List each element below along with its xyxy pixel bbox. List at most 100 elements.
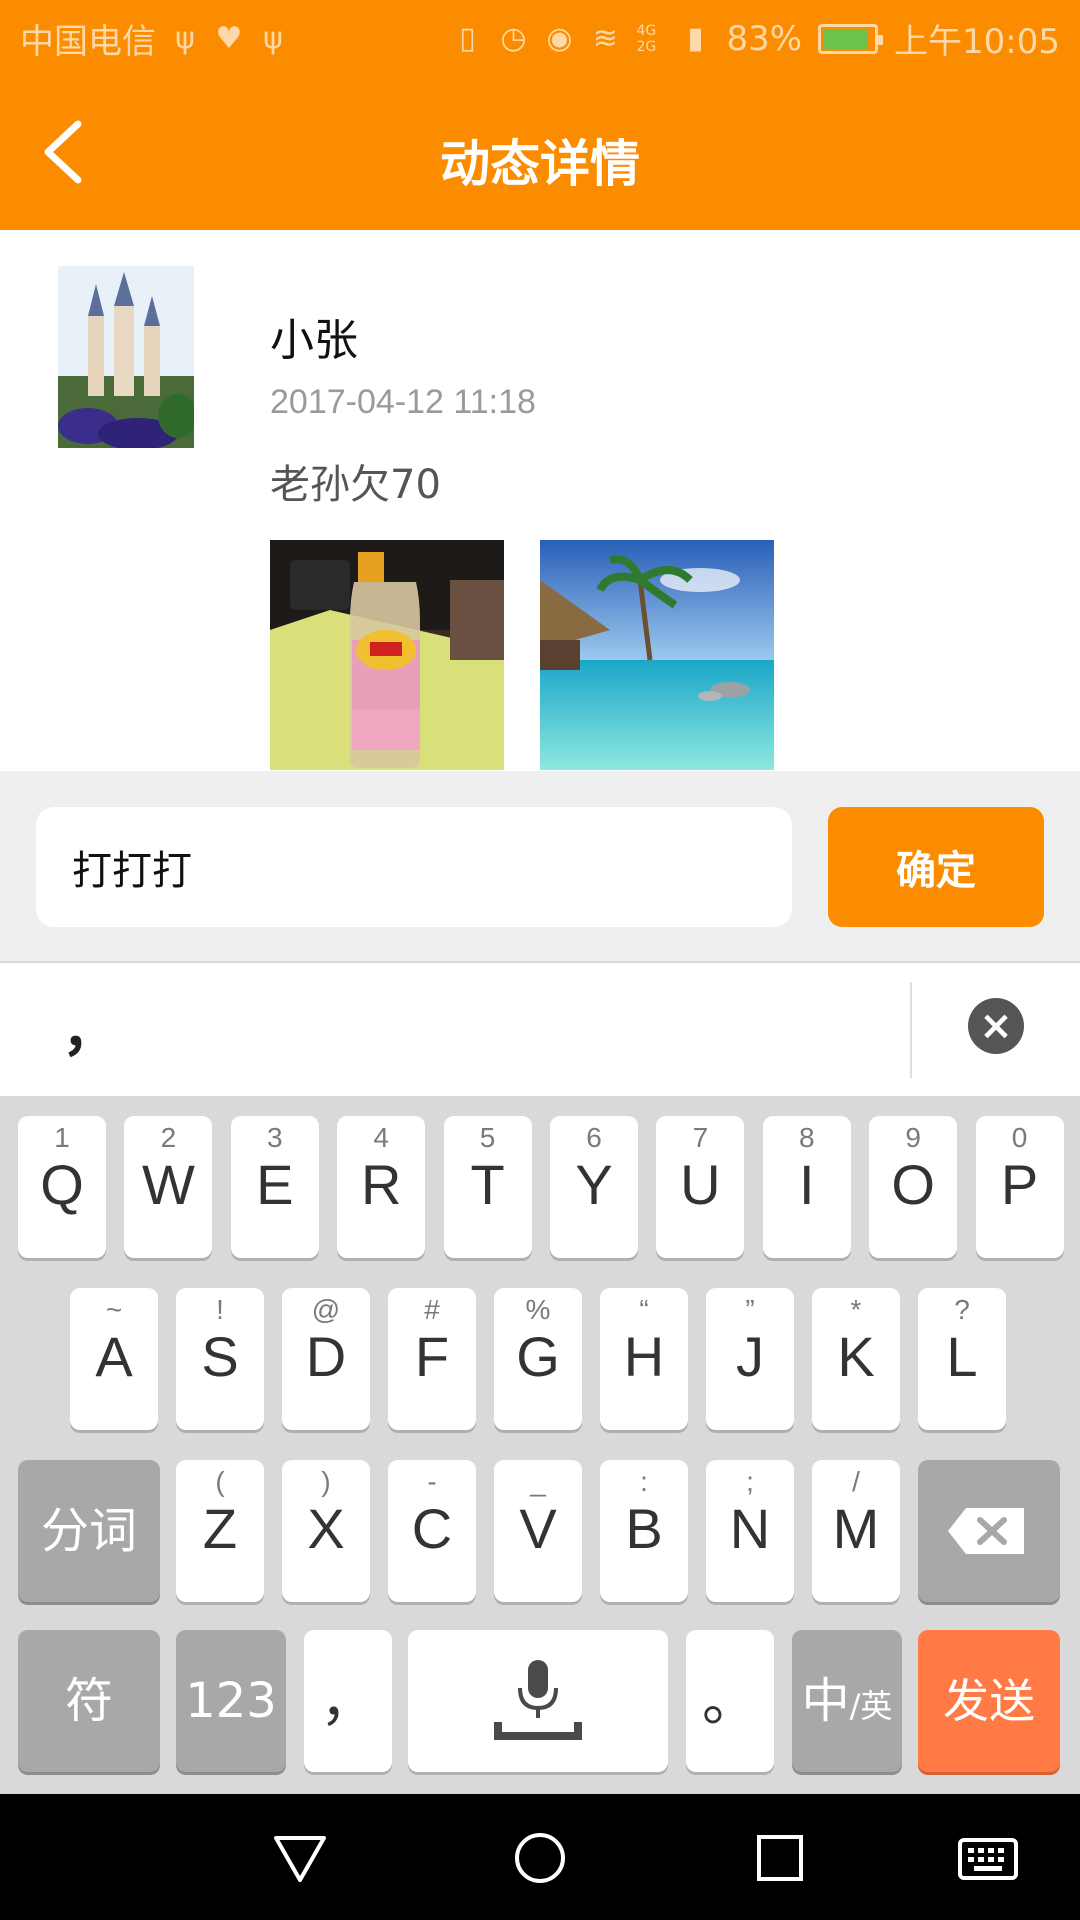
segment-key[interactable]: 分词: [18, 1460, 160, 1602]
close-circle-icon[interactable]: ×: [968, 998, 1024, 1054]
key-label: K: [837, 1325, 875, 1388]
alarm-icon: ◷: [500, 20, 527, 56]
status-bar: 中国电信 ψ ♥ ψ ▯ ◷ ◉ ≋ 4G 2G ▮ 83% 上午10:05: [0, 0, 1080, 72]
confirm-button[interactable]: 确定: [828, 807, 1044, 927]
clock: 上午10:05: [894, 22, 1060, 62]
soft-keyboard: 符 123 ， 。 中/英 发送 分词 1Q2W3E4R5T6Y7U8I9O0P…: [0, 1096, 1080, 1794]
key-label: E: [256, 1153, 294, 1216]
key-hint: 1: [54, 1122, 70, 1153]
key-hint: %: [525, 1294, 551, 1325]
vibrate-icon: ▯: [459, 20, 476, 56]
key-hint: _: [530, 1466, 546, 1497]
key-w[interactable]: 2W: [124, 1116, 213, 1258]
key-a[interactable]: ~ A: [70, 1288, 158, 1430]
key-hint: ~: [105, 1294, 123, 1325]
post-photo-2[interactable]: [540, 540, 774, 770]
segment-key-label: 分词: [40, 1503, 137, 1559]
key-hint: @: [311, 1294, 341, 1325]
status-left: 中国电信 ψ ♥ ψ: [20, 14, 288, 63]
key-label: G: [516, 1325, 560, 1388]
key-r[interactable]: 4R: [337, 1116, 426, 1258]
key-d[interactable]: @ D: [282, 1288, 370, 1430]
key-s[interactable]: ! S: [176, 1288, 264, 1430]
key-o[interactable]: 9O: [869, 1116, 958, 1258]
period-key[interactable]: 。: [686, 1630, 774, 1772]
language-key[interactable]: 中/英: [792, 1630, 902, 1772]
nav-back-button[interactable]: [270, 1828, 330, 1888]
key-hint: 6: [586, 1122, 602, 1153]
send-key-label: 发送: [943, 1674, 1035, 1728]
page-title: 动态详情: [440, 135, 640, 193]
key-label: I: [799, 1153, 815, 1216]
username[interactable]: 小张: [270, 304, 358, 368]
symbol-key[interactable]: 符: [18, 1630, 160, 1772]
key-m[interactable]: / M: [812, 1460, 900, 1602]
triangle-back-icon: [274, 1836, 326, 1882]
key-label: P: [1000, 1153, 1039, 1216]
key-hint: #: [424, 1294, 440, 1325]
key-hint: !: [216, 1294, 224, 1325]
key-z[interactable]: (Z: [176, 1460, 264, 1602]
avatar[interactable]: [58, 266, 194, 448]
key-i[interactable]: 8I: [762, 1116, 851, 1258]
language-key-sub: /英: [849, 1687, 893, 1725]
key-k[interactable]: * K: [812, 1288, 900, 1430]
numbers-key[interactable]: 123: [176, 1630, 286, 1772]
comma-key[interactable]: ，: [304, 1630, 392, 1772]
space-key[interactable]: [408, 1630, 668, 1772]
key-label: L: [946, 1325, 978, 1388]
post-photo-1[interactable]: [270, 540, 504, 770]
key-label: V: [519, 1497, 557, 1560]
key-u[interactable]: 7U: [656, 1116, 745, 1258]
signal-icon: ▮: [687, 20, 704, 56]
key-label: Z: [202, 1497, 238, 1560]
send-key[interactable]: 发送: [918, 1630, 1060, 1772]
key-hint: 2: [160, 1122, 177, 1153]
nav-home-button[interactable]: [510, 1828, 570, 1888]
key-b[interactable]: :B: [600, 1460, 688, 1602]
network-type: 4G 2G: [636, 22, 657, 55]
candidate-bar: ， ×: [0, 964, 1080, 1096]
usb-icon: ψ: [175, 20, 195, 56]
key-label: R: [360, 1153, 402, 1216]
key-c[interactable]: -C: [388, 1460, 476, 1602]
post-timestamp: 2017-04-12 11:18: [270, 383, 536, 421]
key-p[interactable]: 0P: [975, 1116, 1064, 1258]
key-label: D: [305, 1325, 347, 1388]
key-y[interactable]: 6Y: [550, 1116, 638, 1258]
key-label: M: [832, 1497, 880, 1560]
backspace-key[interactable]: [918, 1460, 1060, 1602]
key-h[interactable]: “H: [600, 1288, 688, 1430]
circle-home-icon: [515, 1833, 565, 1883]
key-label: X: [307, 1497, 345, 1560]
key-g[interactable]: % G: [494, 1288, 582, 1430]
key-t[interactable]: 5T: [443, 1116, 532, 1258]
key-j[interactable]: ” J: [706, 1288, 794, 1430]
key-label: Q: [40, 1153, 84, 1216]
language-key-content: 中/英: [792, 1630, 902, 1777]
key-l[interactable]: ? L: [918, 1288, 1006, 1430]
key-hint: ;: [746, 1466, 754, 1497]
key-hint: 7: [692, 1122, 709, 1153]
nav-keyboard-button[interactable]: [958, 1828, 1018, 1888]
key-hint: 8: [799, 1122, 815, 1153]
key-hint: (: [215, 1466, 225, 1497]
key-e[interactable]: 3E: [230, 1116, 319, 1258]
comment-input[interactable]: [36, 807, 792, 927]
key-hint: -: [427, 1466, 437, 1497]
key-x[interactable]: ) X: [282, 1460, 370, 1602]
key-v[interactable]: _ V: [494, 1460, 582, 1602]
key-label: A: [95, 1325, 133, 1388]
wifi-icon: ≋: [592, 20, 618, 56]
nav-recents-button[interactable]: [750, 1828, 810, 1888]
key-label: F: [414, 1325, 450, 1388]
candidate-divider: [910, 982, 912, 1078]
period-key-label: 。: [702, 1669, 758, 1732]
key-q[interactable]: 1Q: [18, 1116, 106, 1258]
key-n[interactable]: ; N: [706, 1460, 794, 1602]
key-f[interactable]: # F: [388, 1288, 476, 1430]
app-bar: 动态详情: [0, 72, 1080, 230]
key-hint: 4: [373, 1122, 389, 1153]
candidate-word[interactable]: ，: [62, 986, 118, 1067]
key-hint: “: [639, 1294, 649, 1325]
